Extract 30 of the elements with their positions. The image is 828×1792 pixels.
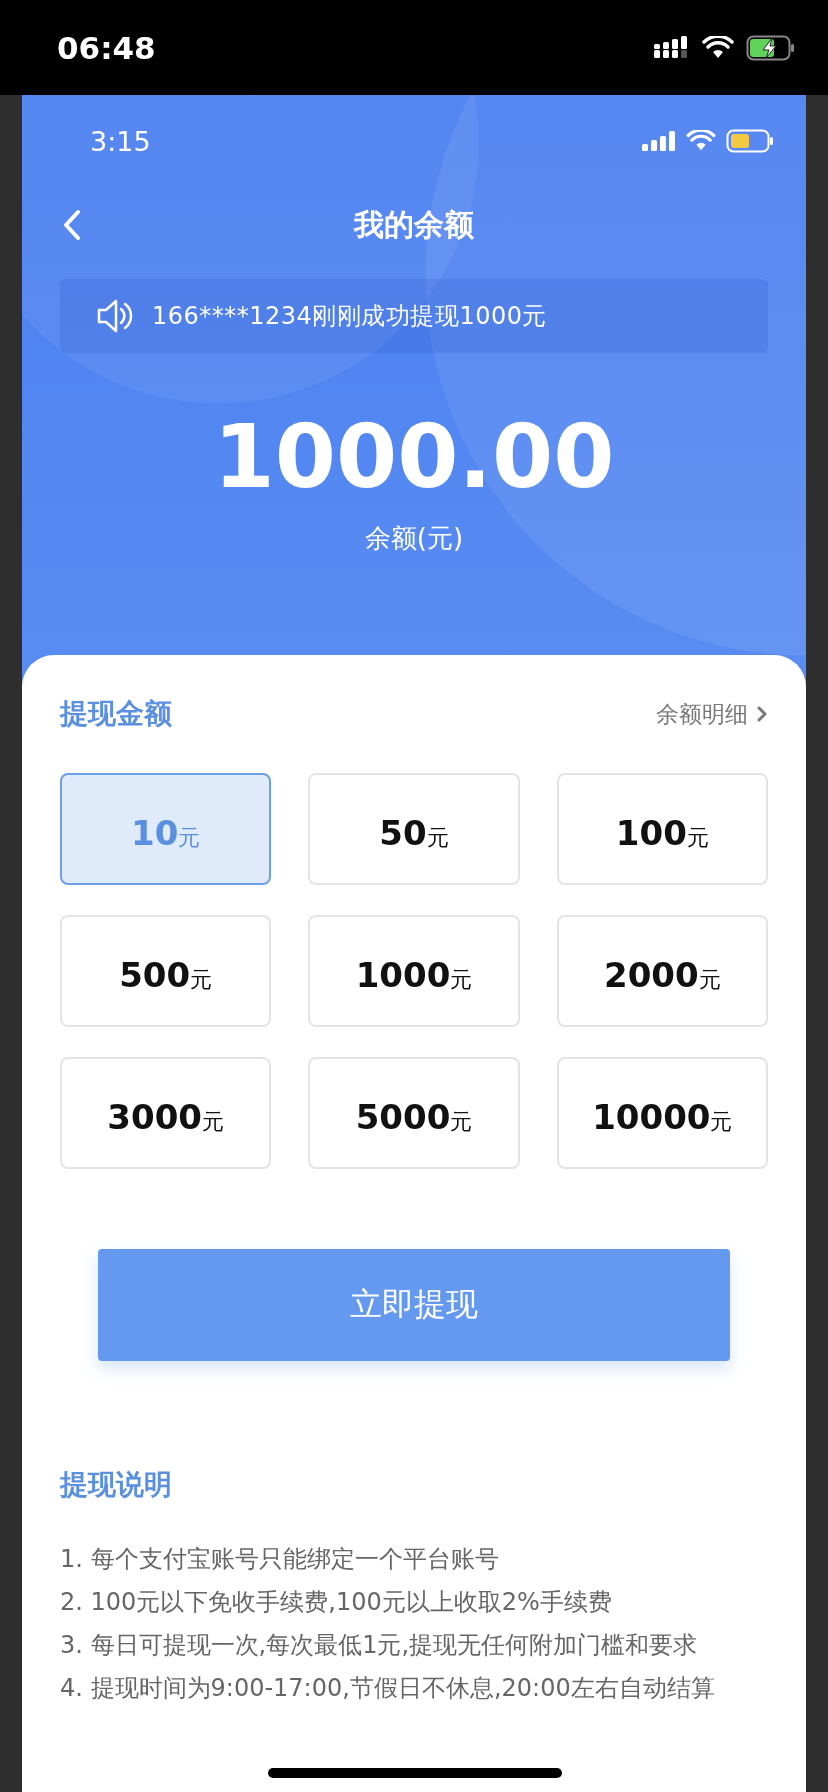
status-time: 3:15 xyxy=(90,125,151,157)
page-title: 我的余额 xyxy=(354,205,474,244)
balance-label: 余额(元) xyxy=(363,522,465,555)
battery-icon xyxy=(726,129,774,153)
amount-option[interactable]: 100元 xyxy=(556,773,768,885)
status-time: 06:48 xyxy=(57,29,156,66)
amount-option[interactable]: 50元 xyxy=(308,773,520,885)
back-chevron-icon xyxy=(62,209,82,241)
balance-detail-link[interactable]: 余额明细 xyxy=(656,698,768,730)
battery-charging-icon xyxy=(746,34,796,61)
instruction-text: 1. 每个支付宝账号只能绑定一个平台账号 xyxy=(60,1544,500,1575)
wifi-icon xyxy=(686,130,716,152)
amount-option[interactable]: 10000元 xyxy=(556,1057,768,1169)
signal-icon xyxy=(642,131,676,151)
signal-icon xyxy=(654,35,690,60)
amount-option[interactable]: 1000元 xyxy=(308,915,520,1027)
amount-option[interactable]: 3000元 xyxy=(60,1057,272,1169)
amount-option[interactable]: 5000元 xyxy=(308,1057,520,1169)
speaker-icon xyxy=(96,297,134,335)
instruction-text: 3. 每日可提现一次,每次最低1元,提现无任何附加门槛和要求 xyxy=(60,1630,699,1661)
wifi-icon xyxy=(702,35,734,60)
instruction-text: 2. 100元以下免收手续费,100元以上收取2%手续费 xyxy=(60,1587,613,1618)
section-title: 提现说明 xyxy=(60,1467,173,1503)
amount-option[interactable]: 500元 xyxy=(60,915,272,1027)
section-title: 提现金额 xyxy=(60,696,172,732)
notice-text: 166****1234刚刚成功提现1000元 xyxy=(152,301,547,332)
instruction-text: 4. 提现时间为9:00-17:00,节假日不休息,20:00左右自动结算 xyxy=(60,1673,716,1704)
balance-amount: 1000.00 xyxy=(212,413,616,501)
chevron-right-icon xyxy=(756,705,768,723)
amount-option[interactable]: 2000元 xyxy=(556,915,768,1027)
